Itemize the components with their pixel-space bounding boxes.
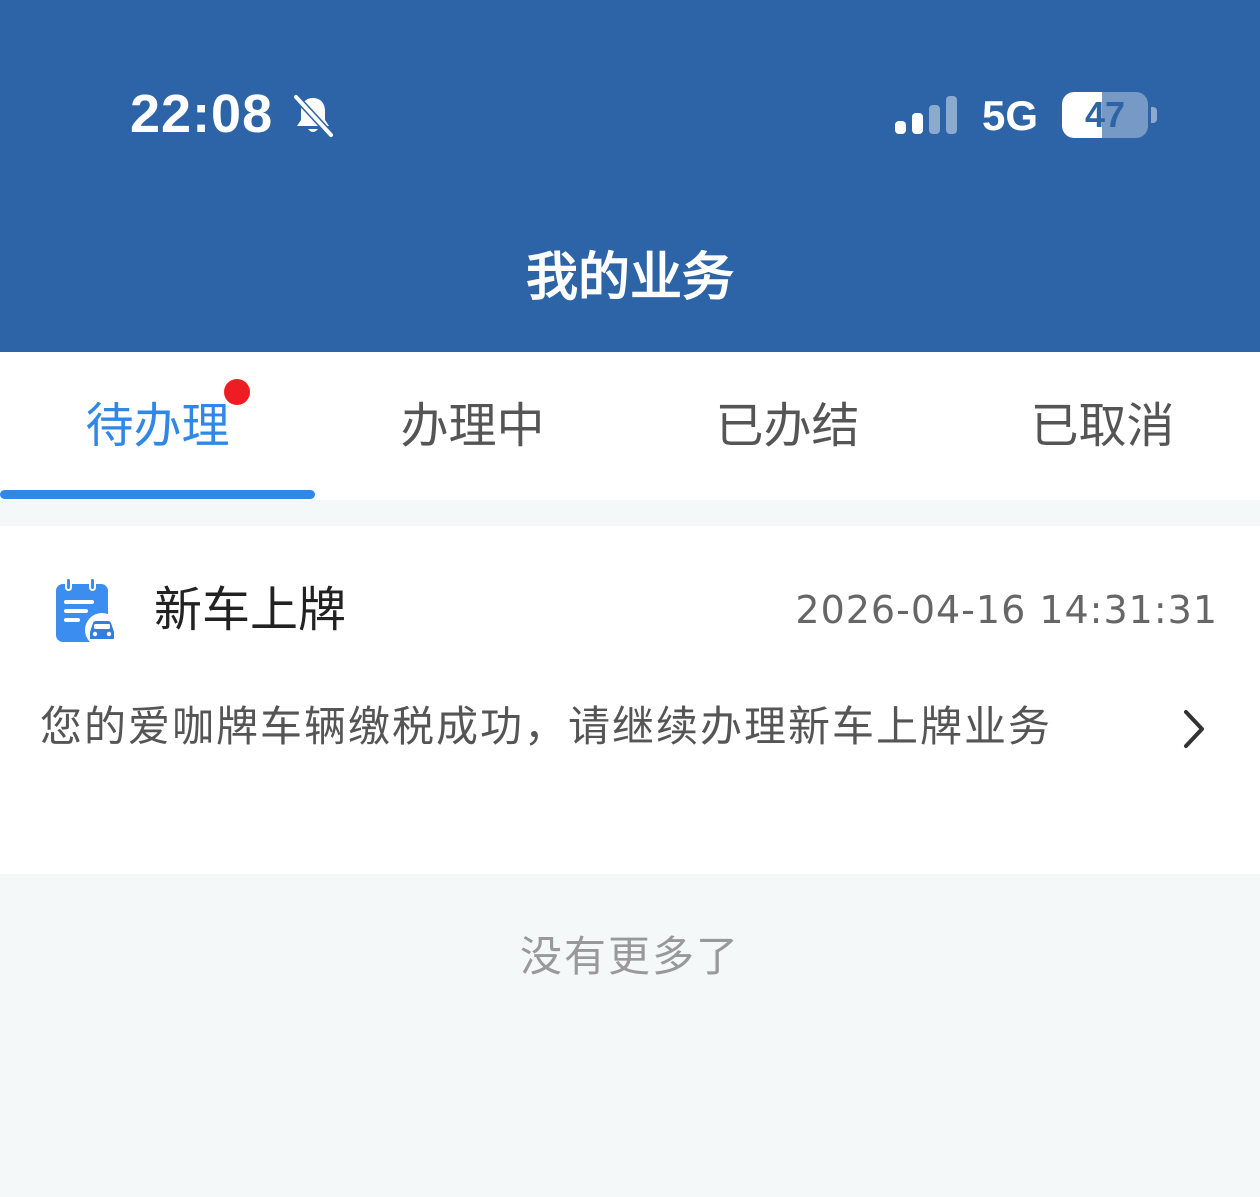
tab-pending[interactable]: 待办理 — [0, 352, 315, 500]
page-title: 我的业务 — [525, 248, 734, 308]
tab-bar: 待办理 办理中 已办结 已取消 — [0, 352, 1260, 500]
tab-label: 已办结 — [715, 398, 860, 454]
tab-in-progress[interactable]: 办理中 — [315, 352, 630, 500]
status-time: 22:08 — [130, 84, 274, 144]
active-tab-indicator — [0, 490, 315, 499]
business-card[interactable]: 新车上牌 2026-04-16 14:31:31 您的爱咖牌车辆缴税成功，请继续… — [0, 526, 1260, 874]
chevron-right-icon — [1184, 710, 1204, 748]
tab-cancelled[interactable]: 已取消 — [945, 352, 1260, 500]
battery-icon: 47 — [1062, 92, 1148, 138]
notification-badge — [224, 379, 250, 405]
tab-label: 已取消 — [1030, 398, 1175, 454]
tab-label: 待办理 — [85, 398, 230, 454]
tab-label: 办理中 — [400, 398, 545, 454]
battery-level: 47 — [1084, 94, 1126, 135]
no-more-text: 没有更多了 — [519, 932, 740, 981]
battery-cap — [1151, 107, 1157, 123]
bell-muted-icon — [292, 93, 335, 139]
business-time: 2026-04-16 14:31:31 — [795, 588, 1218, 632]
business-title: 新车上牌 — [154, 582, 347, 638]
header-bar: 22:08 5G 47 我的业务 — [0, 0, 1260, 352]
network-type: 5G — [982, 92, 1039, 139]
cellular-signal-icon — [895, 96, 957, 134]
calendar-car-icon — [56, 577, 119, 646]
business-message: 您的爱咖牌车辆缴税成功，请继续办理新车上牌业务 — [40, 702, 1053, 751]
tab-completed[interactable]: 已办结 — [630, 352, 945, 500]
